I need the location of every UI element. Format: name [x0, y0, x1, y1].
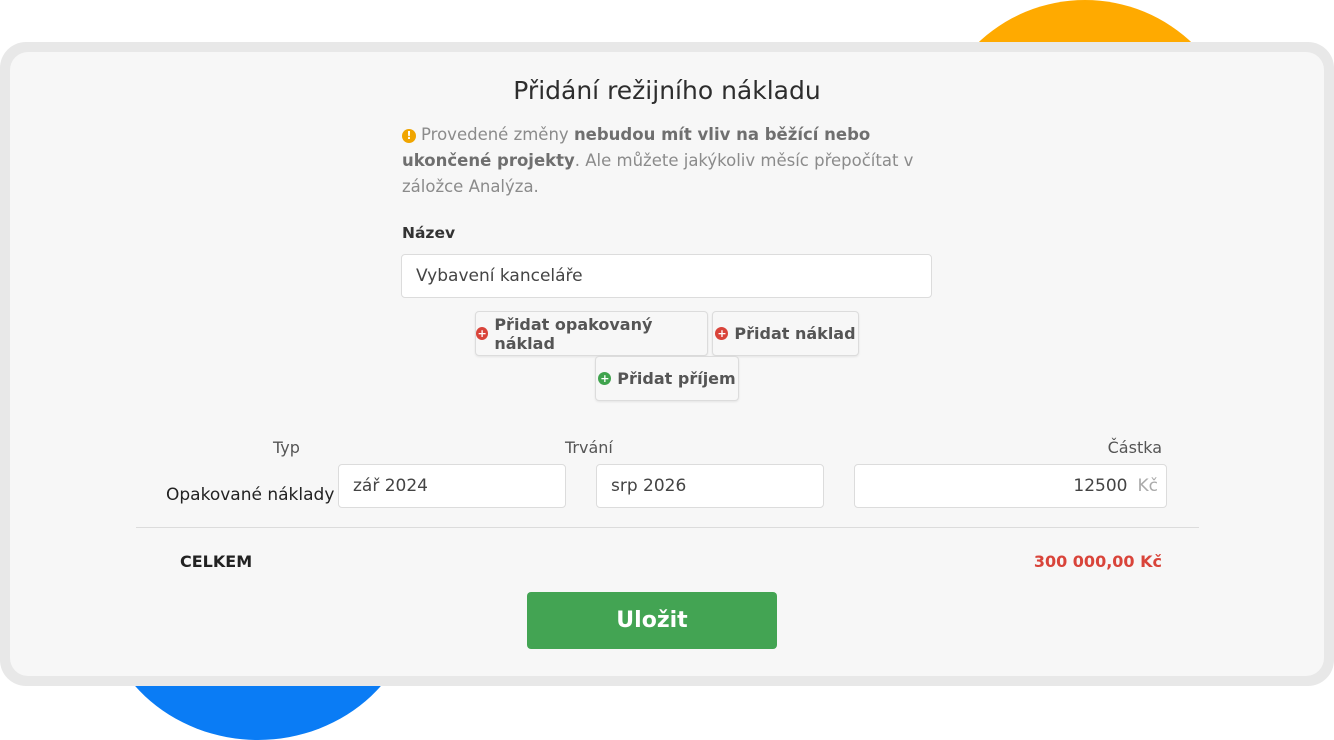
plus-circle-icon: +	[476, 327, 489, 340]
currency-suffix: Kč	[1137, 476, 1159, 496]
modal-title: Přidání režijního nákladu	[513, 76, 821, 105]
divider	[136, 527, 1199, 528]
add-recurring-cost-button[interactable]: + Přidat opakovaný náklad	[475, 311, 708, 356]
add-income-button[interactable]: + Přidat příjem	[595, 356, 739, 401]
add-income-label: Přidat příjem	[617, 369, 736, 388]
name-label: Název	[402, 224, 456, 242]
notice-part-1: Provedené změny	[421, 125, 574, 144]
from-month-input[interactable]: zář 2024	[338, 464, 566, 508]
column-header-duration: Trvání	[565, 438, 613, 457]
amount-value: 12500	[1073, 476, 1128, 496]
to-month-input[interactable]: srp 2026	[596, 464, 824, 508]
total-value: 300 000,00 Kč	[1033, 552, 1162, 571]
amount-input[interactable]: 12500 Kč	[854, 464, 1167, 508]
plus-circle-icon: +	[598, 372, 612, 385]
add-cost-button[interactable]: + Přidat náklad	[712, 311, 859, 356]
exclamation-circle-icon: !	[402, 129, 416, 143]
name-input[interactable]: Vybavení kanceláře	[401, 254, 932, 298]
plus-circle-icon: +	[715, 327, 729, 340]
name-input-value: Vybavení kanceláře	[416, 266, 583, 286]
to-month-value: srp 2026	[611, 476, 687, 496]
add-recurring-cost-label: Přidat opakovaný náklad	[494, 314, 653, 353]
add-cost-label: Přidat náklad	[734, 324, 856, 343]
row-type-label: Opakované náklady	[166, 485, 335, 505]
column-header-amount: Částka	[1107, 438, 1162, 457]
from-month-value: zář 2024	[353, 476, 428, 496]
total-label: CELKEM	[180, 552, 253, 571]
add-overhead-cost-modal: Přidání režijního nákladu ! Provedené změ…	[10, 52, 1324, 676]
notice-text: ! Provedené změny nebudou mít vliv na běž…	[402, 122, 932, 200]
modal-frame: Přidání režijního nákladu ! Provedené změ…	[0, 42, 1334, 686]
page: Přidání režijního nákladu ! Provedené změ…	[0, 0, 1334, 740]
column-header-type: Typ	[273, 438, 300, 457]
save-button[interactable]: Uložit	[527, 592, 777, 649]
